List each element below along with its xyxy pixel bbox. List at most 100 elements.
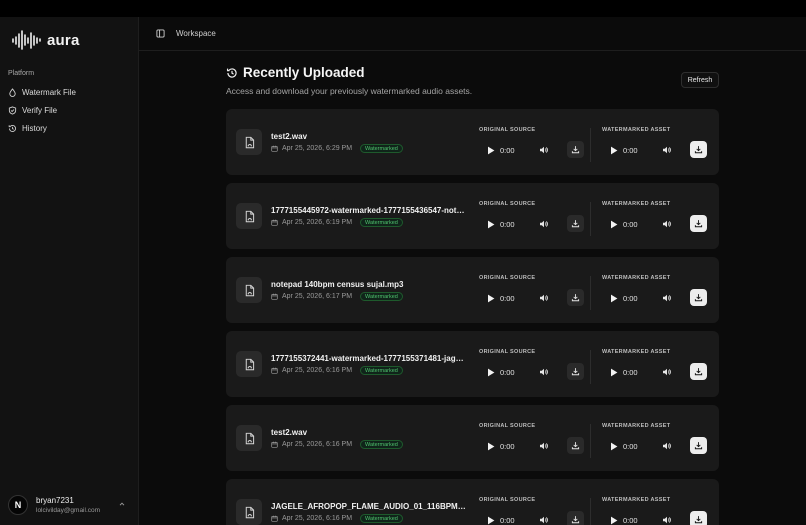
play-button[interactable]	[486, 145, 496, 155]
playback-time: 0:00	[623, 515, 638, 525]
sidebar-toggle-button[interactable]	[155, 29, 165, 39]
file-name: JAGELE_AFROPOP_FLAME_AUDIO_01_116BPM_Bm.…	[271, 502, 466, 511]
download-watermarked-button[interactable]	[690, 437, 707, 454]
play-button[interactable]	[609, 515, 619, 525]
shield-check-icon	[8, 105, 17, 115]
download-original-button[interactable]	[567, 141, 584, 158]
audio-file-icon	[236, 425, 262, 451]
sidebar: aura Platform Watermark File Verify File…	[0, 17, 139, 525]
volume-button[interactable]	[538, 144, 550, 156]
volume-button[interactable]	[661, 514, 673, 525]
breadcrumb: Workspace	[176, 29, 216, 38]
play-button[interactable]	[486, 219, 496, 229]
play-button[interactable]	[609, 441, 619, 451]
download-original-button[interactable]	[567, 289, 584, 306]
divider	[590, 128, 591, 162]
volume-icon	[540, 220, 548, 228]
original-source-player: ORIGINAL SOURCE 0:00	[479, 423, 584, 463]
volume-button[interactable]	[538, 218, 550, 230]
volume-button[interactable]	[661, 218, 673, 230]
download-original-button[interactable]	[567, 215, 584, 232]
playback-time: 0:00	[623, 367, 638, 377]
playback-time: 0:00	[623, 441, 638, 451]
status-badge: Watermarked	[360, 144, 403, 153]
logo[interactable]: aura	[11, 29, 80, 51]
calendar-icon	[271, 515, 278, 522]
play-button[interactable]	[609, 145, 619, 155]
download-watermarked-button[interactable]	[690, 141, 707, 158]
refresh-button[interactable]: Refresh	[681, 72, 719, 88]
download-original-button[interactable]	[567, 511, 584, 525]
volume-button[interactable]	[661, 144, 673, 156]
play-button[interactable]	[486, 367, 496, 377]
sidebar-item-label: Watermark File	[22, 87, 76, 97]
audio-file-icon	[236, 203, 262, 229]
volume-button[interactable]	[538, 440, 550, 452]
history-icon	[226, 67, 237, 78]
original-source-player: ORIGINAL SOURCE 0:00	[479, 497, 584, 525]
watermarked-asset-label: WATERMARKED ASSET	[602, 497, 671, 503]
audio-file-icon	[236, 129, 262, 155]
playback-time: 0:00	[500, 441, 515, 451]
calendar-icon	[271, 293, 278, 300]
file-meta: Apr 25, 2026, 6:19 PM Watermarked	[271, 218, 403, 227]
download-watermarked-button[interactable]	[690, 215, 707, 232]
volume-button[interactable]	[538, 366, 550, 378]
download-watermarked-button[interactable]	[690, 289, 707, 306]
playback-time: 0:00	[500, 293, 515, 303]
user-menu[interactable]: N bryan7231 lolcivilday@gmail.com	[8, 493, 130, 517]
play-icon	[611, 146, 618, 154]
play-button[interactable]	[486, 515, 496, 525]
sidebar-item-verify-file[interactable]: Verify File	[0, 101, 139, 119]
volume-icon	[540, 146, 548, 154]
download-icon	[571, 442, 580, 450]
file-name: test2.wav	[271, 132, 308, 141]
volume-button[interactable]	[661, 440, 673, 452]
main-content: Recently Uploaded Access and download yo…	[139, 51, 806, 525]
divider	[590, 202, 591, 236]
app-name: aura	[47, 31, 80, 49]
sidebar-item-watermark-file[interactable]: Watermark File	[0, 83, 139, 101]
play-button[interactable]	[609, 219, 619, 229]
playback-time: 0:00	[623, 219, 638, 229]
status-badge: Watermarked	[360, 440, 403, 449]
avatar: N	[8, 495, 28, 515]
volume-button[interactable]	[661, 366, 673, 378]
volume-button[interactable]	[538, 514, 550, 525]
play-button[interactable]	[486, 441, 496, 451]
volume-icon	[663, 516, 671, 524]
download-watermarked-button[interactable]	[690, 511, 707, 525]
volume-button[interactable]	[661, 292, 673, 304]
upload-date: Apr 25, 2026, 6:16 PM	[282, 441, 353, 448]
volume-button[interactable]	[538, 292, 550, 304]
volume-icon	[663, 294, 671, 302]
play-button[interactable]	[609, 293, 619, 303]
original-source-label: ORIGINAL SOURCE	[479, 201, 536, 207]
volume-icon	[540, 368, 548, 376]
volume-icon	[663, 146, 671, 154]
divider	[590, 276, 591, 310]
download-original-button[interactable]	[567, 363, 584, 380]
sidebar-item-history[interactable]: History	[0, 119, 139, 137]
download-watermarked-button[interactable]	[690, 363, 707, 380]
download-icon	[571, 368, 580, 376]
upload-date: Apr 25, 2026, 6:16 PM	[282, 515, 353, 522]
download-icon	[571, 294, 580, 302]
watermarked-asset-label: WATERMARKED ASSET	[602, 349, 671, 355]
play-icon	[611, 368, 618, 376]
file-card: test2.wav Apr 25, 2026, 6:16 PM Watermar…	[226, 405, 719, 471]
upload-date: Apr 25, 2026, 6:17 PM	[282, 293, 353, 300]
playback-time: 0:00	[623, 145, 638, 155]
sidebar-item-label: Verify File	[22, 105, 58, 115]
history-icon	[8, 124, 16, 132]
play-button[interactable]	[486, 293, 496, 303]
waveform-logo-icon	[12, 30, 41, 50]
user-name: bryan7231	[36, 496, 74, 505]
chevron-up-icon[interactable]	[118, 500, 126, 508]
volume-icon	[663, 368, 671, 376]
file-meta: Apr 25, 2026, 6:16 PM Watermarked	[271, 366, 403, 375]
playback-time: 0:00	[500, 145, 515, 155]
watermarked-asset-label: WATERMARKED ASSET	[602, 201, 671, 207]
download-original-button[interactable]	[567, 437, 584, 454]
play-button[interactable]	[609, 367, 619, 377]
